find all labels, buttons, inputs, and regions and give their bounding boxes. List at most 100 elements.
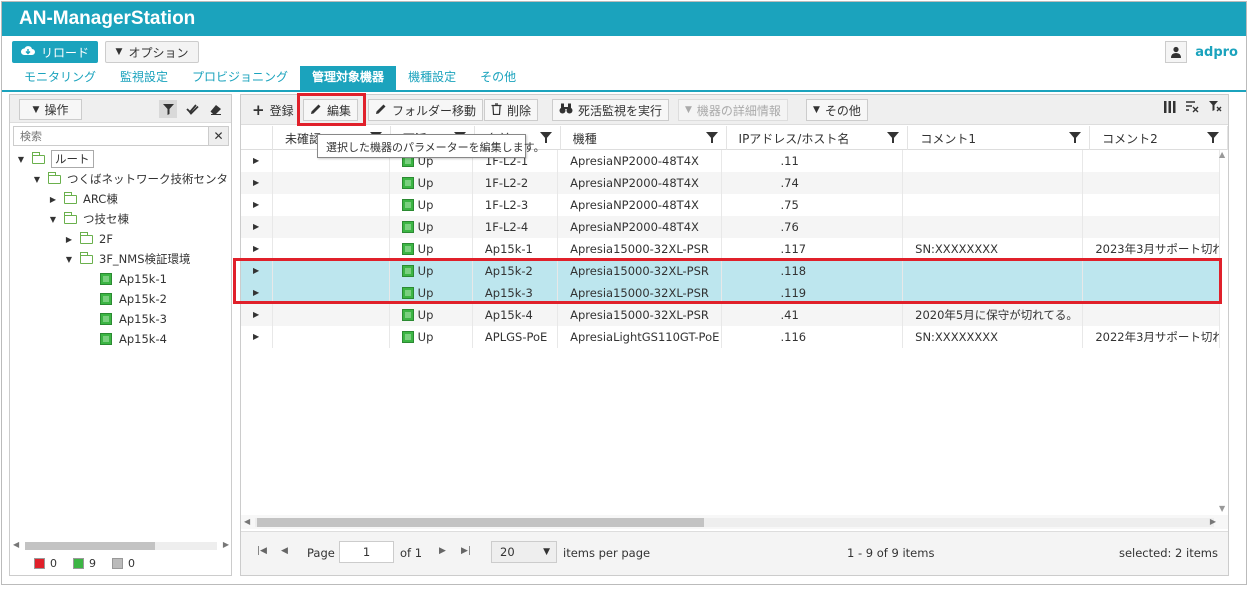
user-icon[interactable] bbox=[1165, 41, 1188, 63]
next-page-icon[interactable]: ▶ bbox=[439, 546, 446, 556]
tree-node[interactable]: Ap15k-2 bbox=[10, 289, 231, 309]
grid-horizontal-scrollbar[interactable]: ◀ ▶ bbox=[241, 515, 1228, 529]
operations-dropdown[interactable]: ▼ 操作 bbox=[19, 99, 82, 120]
row-expand-icon[interactable]: ▶ bbox=[241, 216, 273, 238]
plus-icon: + bbox=[252, 101, 265, 119]
tab-1[interactable]: 監視設定 bbox=[108, 66, 180, 90]
cell-c2 bbox=[1083, 304, 1220, 326]
tab-5[interactable]: その他 bbox=[468, 66, 528, 90]
device-detail-dropdown[interactable]: ▼ 機器の詳細情報 bbox=[678, 99, 788, 121]
cloud-download-icon bbox=[20, 45, 35, 59]
collapse-icon[interactable]: ▼ bbox=[64, 255, 74, 264]
eraser-icon[interactable] bbox=[207, 100, 225, 118]
clear-search-icon[interactable]: ✕ bbox=[208, 127, 228, 145]
other-label: その他 bbox=[824, 103, 861, 118]
check-all-icon[interactable] bbox=[183, 100, 201, 118]
user-name[interactable]: adpro bbox=[1195, 45, 1238, 60]
tree-horizontal-scrollbar[interactable]: ◀ ▶ bbox=[13, 539, 229, 553]
cell-text: 1F-L2-2 bbox=[484, 176, 529, 190]
tree-node[interactable]: ▼ つ技セ棟 bbox=[10, 209, 231, 229]
grid-vertical-scrollbar[interactable]: ▲ ▼ bbox=[1218, 150, 1228, 513]
tree-node[interactable]: Ap15k-1 bbox=[10, 269, 231, 289]
device-status-icon bbox=[100, 333, 112, 345]
cell-c2 bbox=[1083, 150, 1220, 172]
tree-node[interactable]: ▶ 2F bbox=[10, 229, 231, 249]
scroll-right-icon[interactable]: ▶ bbox=[223, 540, 229, 549]
table-row[interactable]: ▶ Up 1F-L2-4 ApresiaNP2000-48T4X .76 bbox=[241, 216, 1220, 238]
cell-text: .116 bbox=[780, 330, 807, 344]
scroll-down-icon[interactable]: ▼ bbox=[1219, 504, 1225, 513]
first-page-icon[interactable]: |◀ bbox=[257, 546, 267, 556]
page-size-value: 20 bbox=[500, 545, 515, 559]
cell-ip: .76 bbox=[722, 216, 904, 238]
tree-toolbar: ▼ 操作 bbox=[10, 95, 231, 123]
status-up-icon bbox=[401, 177, 414, 189]
column-header[interactable]: コメント2 bbox=[1090, 126, 1229, 150]
row-expand-icon[interactable]: ▶ bbox=[241, 326, 273, 348]
expand-icon[interactable]: ▶ bbox=[48, 195, 58, 204]
clear-filter-icon[interactable] bbox=[1209, 101, 1222, 117]
tree-node[interactable]: ▼ つくばネットワーク技術センタ bbox=[10, 169, 231, 189]
scroll-right-icon[interactable]: ▶ bbox=[1210, 517, 1216, 526]
range-label: 1 - 9 of 9 items bbox=[847, 546, 935, 560]
table-row[interactable]: ▶ Up 1F-L2-2 ApresiaNP2000-48T4X .74 bbox=[241, 172, 1220, 194]
prev-page-icon[interactable]: ◀ bbox=[281, 546, 288, 556]
cell-text: .117 bbox=[780, 242, 807, 256]
tab-3[interactable]: 管理対象機器 bbox=[300, 66, 397, 90]
delete-label: 削除 bbox=[507, 103, 532, 118]
scroll-up-icon[interactable]: ▲ bbox=[1219, 150, 1225, 159]
table-row[interactable]: ▶ Up APLGS-PoE ApresiaLightGS110GT-PoE .116 S… bbox=[241, 326, 1220, 348]
row-expand-icon[interactable]: ▶ bbox=[241, 172, 273, 194]
tree-search-input[interactable] bbox=[14, 127, 208, 145]
collapse-icon[interactable]: ▼ bbox=[48, 215, 58, 224]
page-size-select[interactable]: 20 ▼ bbox=[491, 541, 557, 563]
scroll-left-icon[interactable]: ◀ bbox=[13, 540, 19, 549]
expand-icon[interactable]: ▶ bbox=[64, 235, 74, 244]
tree-node[interactable]: Ap15k-3 bbox=[10, 309, 231, 329]
tree-node[interactable]: ▼ 3F_NMS検証環境 bbox=[10, 249, 231, 269]
last-page-icon[interactable]: ▶| bbox=[461, 546, 471, 556]
register-button[interactable]: + 登録 bbox=[245, 99, 301, 121]
collapse-icon[interactable]: ▼ bbox=[16, 155, 26, 164]
table-row[interactable]: ▶ Up Ap15k-4 Apresia15000-32XL-PSR .41 2020年5… bbox=[241, 304, 1220, 326]
delete-button[interactable]: 削除 bbox=[484, 99, 539, 121]
clear-sort-icon[interactable] bbox=[1186, 101, 1199, 117]
table-row[interactable]: ▶ Up Ap15k-1 Apresia15000-32XL-PSR .117 SN:XX… bbox=[241, 238, 1220, 260]
tab-2[interactable]: プロビジョニング bbox=[180, 66, 300, 90]
alive-check-button[interactable]: 死活監視を実行 bbox=[552, 99, 670, 121]
column-header[interactable]: コメント1 bbox=[908, 126, 1091, 150]
column-filter-icon[interactable] bbox=[1069, 132, 1082, 143]
column-filter-icon[interactable] bbox=[887, 132, 900, 143]
scroll-left-icon[interactable]: ◀ bbox=[244, 517, 250, 526]
status-up-icon bbox=[401, 309, 414, 321]
collapse-icon[interactable]: ▼ bbox=[32, 175, 42, 184]
edit-tooltip: 選択した機器のパラメーターを編集します。 bbox=[317, 134, 545, 158]
row-expand-icon[interactable]: ▶ bbox=[241, 238, 273, 260]
column-filter-icon[interactable] bbox=[1207, 132, 1220, 143]
tree-node-label: ルート bbox=[51, 150, 94, 168]
row-expand-icon[interactable]: ▶ bbox=[241, 304, 273, 326]
status-count: 0 bbox=[128, 557, 135, 570]
page-input[interactable]: 1 bbox=[339, 541, 394, 563]
other-dropdown[interactable]: ▼ その他 bbox=[806, 99, 868, 121]
tab-0[interactable]: モニタリング bbox=[12, 66, 108, 90]
column-header[interactable]: IPアドレス/ホスト名 bbox=[727, 126, 909, 150]
filter-icon[interactable] bbox=[159, 100, 177, 118]
tab-4[interactable]: 機種設定 bbox=[396, 66, 468, 90]
table-row[interactable]: ▶ Up 1F-L2-3 ApresiaNP2000-48T4X .75 bbox=[241, 194, 1220, 216]
row-expand-icon[interactable]: ▶ bbox=[241, 150, 273, 172]
column-filter-icon[interactable] bbox=[539, 132, 552, 143]
columns-icon[interactable] bbox=[1164, 101, 1176, 117]
row-expand-icon[interactable]: ▶ bbox=[241, 194, 273, 216]
cell-text: .41 bbox=[780, 308, 799, 322]
tree-node[interactable]: ▼ ルート bbox=[10, 149, 231, 169]
column-filter-icon[interactable] bbox=[705, 132, 718, 143]
tree-node[interactable]: ▶ ARC棟 bbox=[10, 189, 231, 209]
reload-button[interactable]: リロード bbox=[12, 41, 98, 63]
app-title: AN-ManagerStation bbox=[2, 2, 1246, 36]
status-color-icon bbox=[112, 558, 123, 569]
column-header[interactable]: 機種 bbox=[561, 126, 727, 150]
folder-move-button[interactable]: フォルダー移動 bbox=[368, 99, 484, 121]
option-dropdown[interactable]: ▼ オプション bbox=[105, 41, 199, 63]
tree-node[interactable]: Ap15k-4 bbox=[10, 329, 231, 349]
